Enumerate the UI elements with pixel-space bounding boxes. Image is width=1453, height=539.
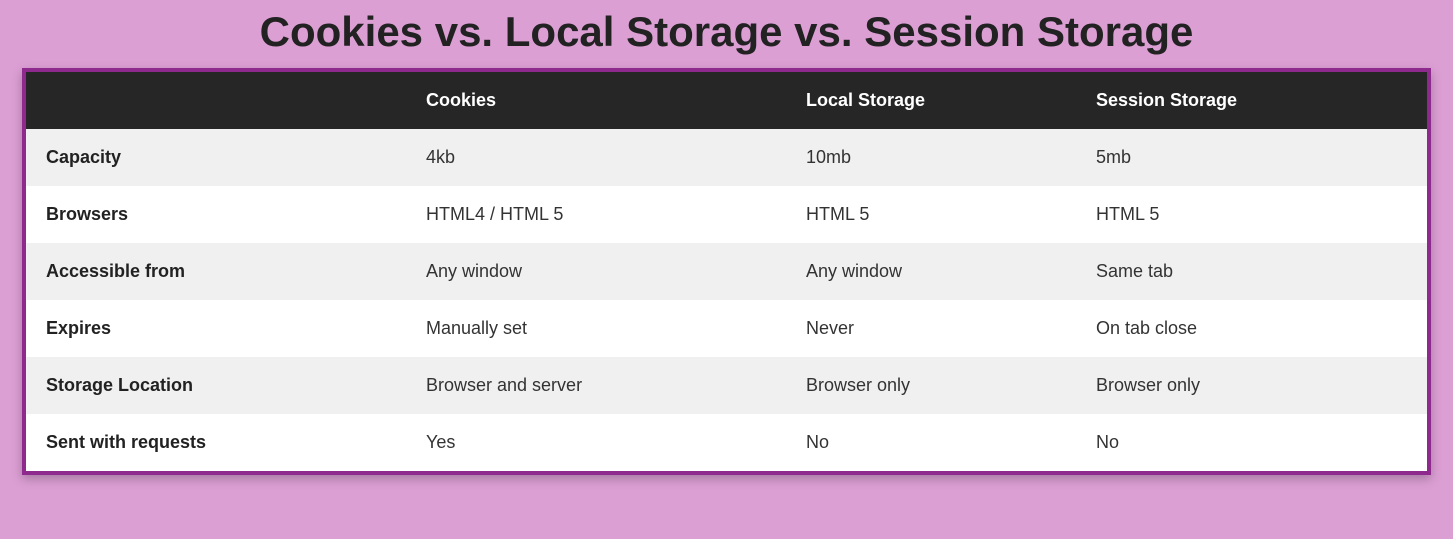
cell-sent-with-requests-cookies: Yes	[406, 414, 786, 471]
cell-accessible-local: Any window	[786, 243, 1076, 300]
cell-browsers-local: HTML 5	[786, 186, 1076, 243]
header-empty	[26, 72, 406, 129]
cell-accessible-session: Same tab	[1076, 243, 1427, 300]
row-label-browsers: Browsers	[26, 186, 406, 243]
cell-accessible-cookies: Any window	[406, 243, 786, 300]
row-label-capacity: Capacity	[26, 129, 406, 186]
header-local-storage: Local Storage	[786, 72, 1076, 129]
table-row: Accessible from Any window Any window Sa…	[26, 243, 1427, 300]
cell-sent-with-requests-session: No	[1076, 414, 1427, 471]
table-row: Sent with requests Yes No No	[26, 414, 1427, 471]
row-label-storage-location: Storage Location	[26, 357, 406, 414]
cell-expires-local: Never	[786, 300, 1076, 357]
cell-expires-cookies: Manually set	[406, 300, 786, 357]
cell-capacity-local: 10mb	[786, 129, 1076, 186]
row-label-sent-with-requests: Sent with requests	[26, 414, 406, 471]
table-row: Capacity 4kb 10mb 5mb	[26, 129, 1427, 186]
row-label-accessible: Accessible from	[26, 243, 406, 300]
table-row: Browsers HTML4 / HTML 5 HTML 5 HTML 5	[26, 186, 1427, 243]
cell-sent-with-requests-local: No	[786, 414, 1076, 471]
cell-expires-session: On tab close	[1076, 300, 1427, 357]
cell-capacity-session: 5mb	[1076, 129, 1427, 186]
header-session-storage: Session Storage	[1076, 72, 1427, 129]
row-label-expires: Expires	[26, 300, 406, 357]
cell-capacity-cookies: 4kb	[406, 129, 786, 186]
cell-storage-location-cookies: Browser and server	[406, 357, 786, 414]
cell-browsers-cookies: HTML4 / HTML 5	[406, 186, 786, 243]
cell-browsers-session: HTML 5	[1076, 186, 1427, 243]
table-row: Expires Manually set Never On tab close	[26, 300, 1427, 357]
cell-storage-location-local: Browser only	[786, 357, 1076, 414]
comparison-table: Cookies Local Storage Session Storage Ca…	[26, 72, 1427, 471]
header-cookies: Cookies	[406, 72, 786, 129]
comparison-table-wrapper: Cookies Local Storage Session Storage Ca…	[22, 68, 1431, 475]
table-row: Storage Location Browser and server Brow…	[26, 357, 1427, 414]
table-header-row: Cookies Local Storage Session Storage	[26, 72, 1427, 129]
cell-storage-location-session: Browser only	[1076, 357, 1427, 414]
page-title: Cookies vs. Local Storage vs. Session St…	[0, 0, 1453, 68]
